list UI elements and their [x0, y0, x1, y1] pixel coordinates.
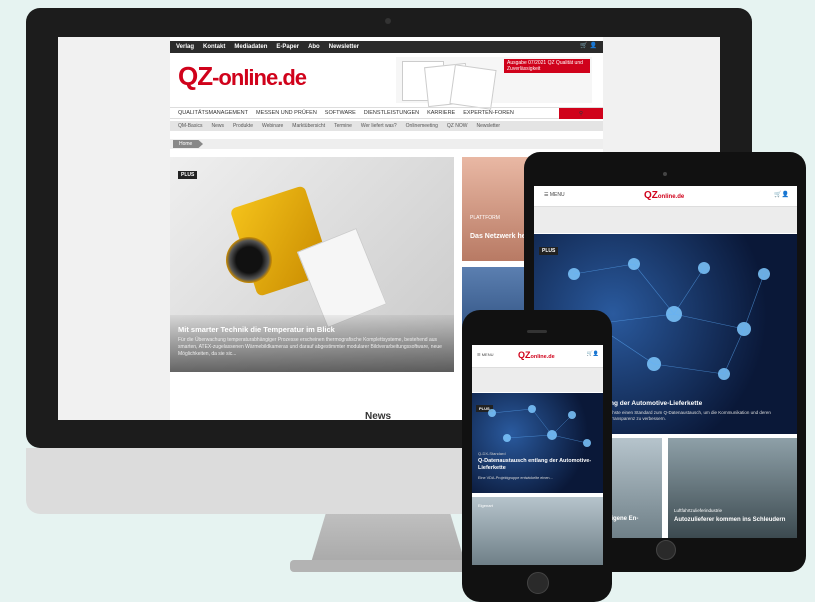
phone-screen: ☰ MENU QZonline.de 🛒👤 PLUS Q-DX-Standard… [472, 345, 603, 565]
tablet-header: ☰ MENU QZonline.de 🛒👤 [534, 186, 797, 207]
tablet-hero-teaser: chste einen Standard zum Q-Datenaustausc… [610, 410, 771, 421]
tablet-card-2[interactable]: Luftfahrtzulieferindustrie Autozuliefere… [668, 438, 797, 538]
subnav-item[interactable]: Newsletter [476, 123, 500, 129]
user-icon[interactable]: 👤 [593, 351, 599, 357]
phone-icons: 🛒👤 [587, 351, 599, 357]
tablet-hero-title: ng der Automotive-Lieferkette [610, 400, 703, 407]
phone-hero-image[interactable]: PLUS Q-DX-Standard Q-Datenaustausch entl… [472, 393, 603, 493]
phone-home-button [527, 572, 549, 594]
subnav-item[interactable]: QZ NOW [447, 123, 468, 129]
hero-article[interactable]: PLUS Mit smarter Technik die Temperatur … [170, 157, 454, 372]
cart-icon[interactable]: 🛒 [580, 43, 587, 49]
breadcrumb-bar [170, 139, 603, 149]
tablet-logo[interactable]: QZonline.de [644, 190, 684, 201]
phone-menu-button[interactable]: ☰ MENU [477, 352, 494, 357]
search-icon: ⚲ [578, 111, 584, 117]
phone-hero-teaser: Eine VDA-Projektgruppe entwickelte einen… [478, 476, 553, 480]
topbar-kontakt[interactable]: Kontakt [203, 44, 225, 50]
tablet-camera [663, 172, 667, 176]
nav-karriere[interactable]: KARRIERE [427, 110, 455, 116]
subnav-item[interactable]: News [211, 123, 224, 129]
nav-dienstleistungen[interactable]: DIENSTLEISTUNGEN [364, 110, 419, 116]
user-icon[interactable]: 👤 [782, 192, 789, 198]
nav-experten-foren[interactable]: EXPERTEN-FOREN [463, 110, 514, 116]
phone-logo[interactable]: QZonline.de [518, 350, 555, 360]
subnav-item[interactable]: Wer liefert was? [361, 123, 397, 129]
subnav-item[interactable]: QM-Basics [178, 123, 202, 129]
news-heading: News [365, 411, 392, 420]
topbar-verlag[interactable]: Verlag [176, 44, 194, 50]
subnav-item[interactable]: Marktübersicht [292, 123, 325, 129]
monitor-stand [310, 514, 466, 566]
nav-software[interactable]: SOFTWARE [325, 110, 356, 116]
hero-teaser: Für die Überwachung temperaturabhängiger… [178, 337, 442, 357]
menu-icon: ☰ [544, 192, 549, 198]
breadcrumb[interactable]: Home [173, 140, 203, 148]
site-logo[interactable]: QZ-online.de [178, 61, 307, 92]
topbar-mediadaten[interactable]: Mediadaten [234, 44, 267, 50]
side-article-kicker: PLATTFORM [470, 215, 500, 221]
search-button[interactable]: ⚲ [559, 108, 603, 119]
monitor-base [290, 560, 490, 572]
topbar-icons: 🛒 👤 [580, 42, 597, 49]
hero-title[interactable]: Mit smarter Technik die Temperatur im Bl… [178, 325, 335, 334]
banner-issue-label: Ausgabe 07/2021 QZ Qualität und Zuverläs… [504, 59, 590, 73]
subnav-item[interactable]: Produkte [233, 123, 253, 129]
nav-qualitaetsmanagement[interactable]: QUALITÄTSMANAGEMENT [178, 110, 248, 116]
top-bar: Verlag Kontakt Mediadaten E-Paper Abo Ne… [170, 41, 603, 53]
magazine-banner[interactable]: Ausgabe 07/2021 QZ Qualität und Zuverläs… [396, 57, 592, 110]
magazine-cover [449, 64, 497, 110]
tablet-menu-button[interactable]: ☰ MENU [544, 192, 565, 198]
menu-icon: ☰ [477, 352, 481, 357]
subnav-item[interactable]: Webinare [262, 123, 283, 129]
tablet-home-button [656, 540, 676, 560]
topbar-newsletter[interactable]: Newsletter [329, 44, 359, 50]
topbar-epaper[interactable]: E-Paper [276, 44, 299, 50]
phone-header: ☰ MENU QZonline.de 🛒👤 [472, 345, 603, 368]
tablet-icons: 🛒👤 [774, 191, 789, 198]
phone-card[interactable]: Eigenart [472, 497, 603, 565]
camera-lens [226, 237, 272, 283]
topbar-abo[interactable]: Abo [308, 44, 320, 50]
sub-nav: QM-Basics News Produkte Webinare Marktüb… [170, 121, 603, 131]
phone-hero-title: Q-Datenaustausch entlang der Automotive-… [478, 458, 592, 471]
plus-badge: PLUS [178, 171, 198, 179]
main-nav: QUALITÄTSMANAGEMENT MESSEN UND PRÜFEN SO… [170, 107, 603, 119]
cart-icon[interactable]: 🛒 [774, 192, 781, 198]
user-icon[interactable]: 👤 [590, 43, 597, 49]
nav-messen-und-pruefen[interactable]: MESSEN UND PRÜFEN [256, 110, 317, 116]
subnav-item[interactable]: Onlinemeeting [406, 123, 438, 129]
subnav-item[interactable]: Termine [334, 123, 352, 129]
phone-hero-kicker: Q-DX-Standard [478, 451, 506, 456]
webcam [385, 18, 391, 24]
phone-speaker [527, 330, 547, 333]
